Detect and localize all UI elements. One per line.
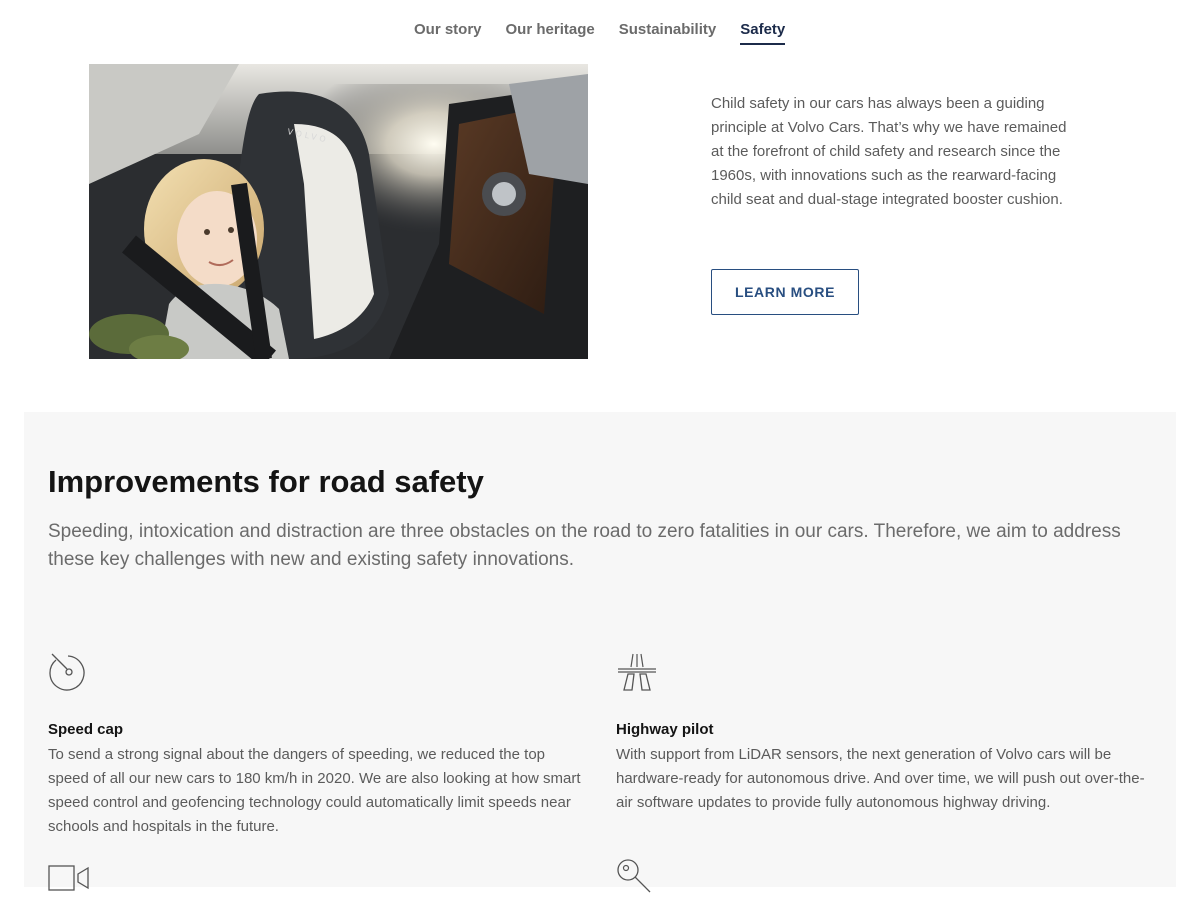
nav-item-our-heritage[interactable]: Our heritage: [506, 21, 595, 45]
nav-item-safety[interactable]: Safety: [740, 21, 786, 45]
learn-more-button[interactable]: LEARN MORE: [711, 269, 859, 315]
nav-item-our-story[interactable]: Our story: [414, 21, 482, 45]
improvements-section: Improvements for road safety Speeding, i…: [24, 412, 1176, 893]
camera-icon: [48, 865, 89, 891]
child-seat-photo: VOLVO: [89, 64, 588, 359]
highway-icon: [618, 653, 656, 691]
hero-body-text: Child safety in our cars has always been…: [711, 95, 1067, 208]
hero-photo: VOLVO: [89, 64, 588, 359]
section-nav-list: Our story Our heritage Sustainability Sa…: [414, 21, 786, 45]
feature-speed-cap: Speed cap To send a strong signal about …: [48, 652, 588, 839]
feature-text: To send a strong signal about the danger…: [48, 746, 581, 835]
feature-camera: [48, 858, 588, 898]
feature-title: Highway pilot: [616, 721, 714, 738]
feature-text: With support from LiDAR sensors, the nex…: [616, 746, 1145, 811]
section-lead: Speeding, intoxication and distraction a…: [48, 521, 1121, 570]
feature-key: [616, 858, 1156, 898]
speedometer-icon: [49, 653, 85, 691]
key-icon: [617, 859, 651, 893]
feature-highway-pilot: Highway pilot With support from LiDAR se…: [616, 652, 1156, 815]
section-title: Improvements for road safety: [48, 464, 484, 499]
feature-title: Speed cap: [48, 721, 124, 738]
section-nav: Our story Our heritage Sustainability Sa…: [0, 0, 1200, 64]
nav-item-sustainability[interactable]: Sustainability: [619, 21, 717, 45]
